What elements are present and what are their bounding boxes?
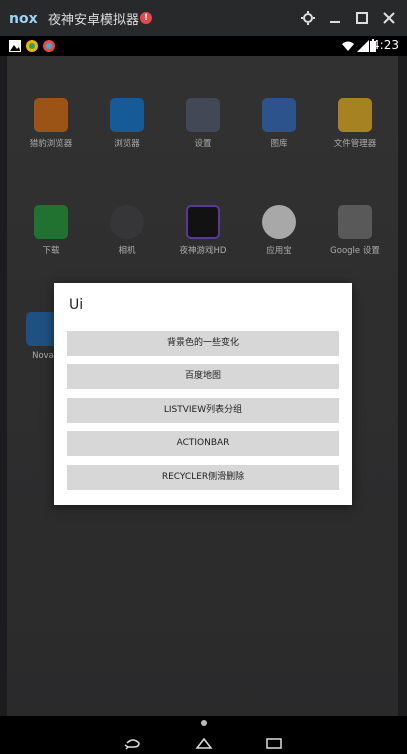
dialog-item-actionbar[interactable]: ACTIONBAR xyxy=(67,431,339,456)
app-notification-icon-2 xyxy=(43,40,55,52)
image-notification-icon xyxy=(9,40,21,52)
back-icon[interactable] xyxy=(123,736,143,750)
dialog-item-baidu-map[interactable]: 百度地图 xyxy=(67,364,339,389)
alert-icon[interactable]: ! xyxy=(140,12,152,24)
dialog-item-background-color[interactable]: 背景色的一些变化 xyxy=(67,331,339,356)
close-icon[interactable] xyxy=(380,9,398,27)
settings-icon[interactable] xyxy=(299,9,317,27)
page-indicator xyxy=(201,720,207,726)
dialog-item-recycler-swipe-delete[interactable]: RECYCLER侧滑删除 xyxy=(67,465,339,490)
signal-icon xyxy=(357,40,369,52)
emulator-title-bar: nox 夜神安卓模拟器 ! xyxy=(0,0,407,36)
android-nav-bar xyxy=(0,716,407,754)
app-title: 夜神安卓模拟器 xyxy=(48,13,140,28)
recent-apps-icon[interactable] xyxy=(264,736,284,750)
svg-text:nox: nox xyxy=(9,11,38,27)
maximize-icon[interactable] xyxy=(353,9,371,27)
app-notification-icon xyxy=(26,40,38,52)
android-status-bar: 4:23 xyxy=(0,36,407,56)
home-icon[interactable] xyxy=(194,736,214,750)
dialog-title: Ui xyxy=(69,297,84,313)
ui-dialog: Ui 背景色的一些变化 百度地图 LISTVIEW列表分组 ACTIONBAR … xyxy=(54,283,352,505)
nox-logo-icon: nox xyxy=(9,11,38,27)
status-clock: 4:23 xyxy=(372,38,399,52)
dialog-item-listview-grouping[interactable]: LISTVIEW列表分组 xyxy=(67,398,339,423)
wifi-icon xyxy=(342,41,354,51)
minimize-icon[interactable] xyxy=(326,9,344,27)
